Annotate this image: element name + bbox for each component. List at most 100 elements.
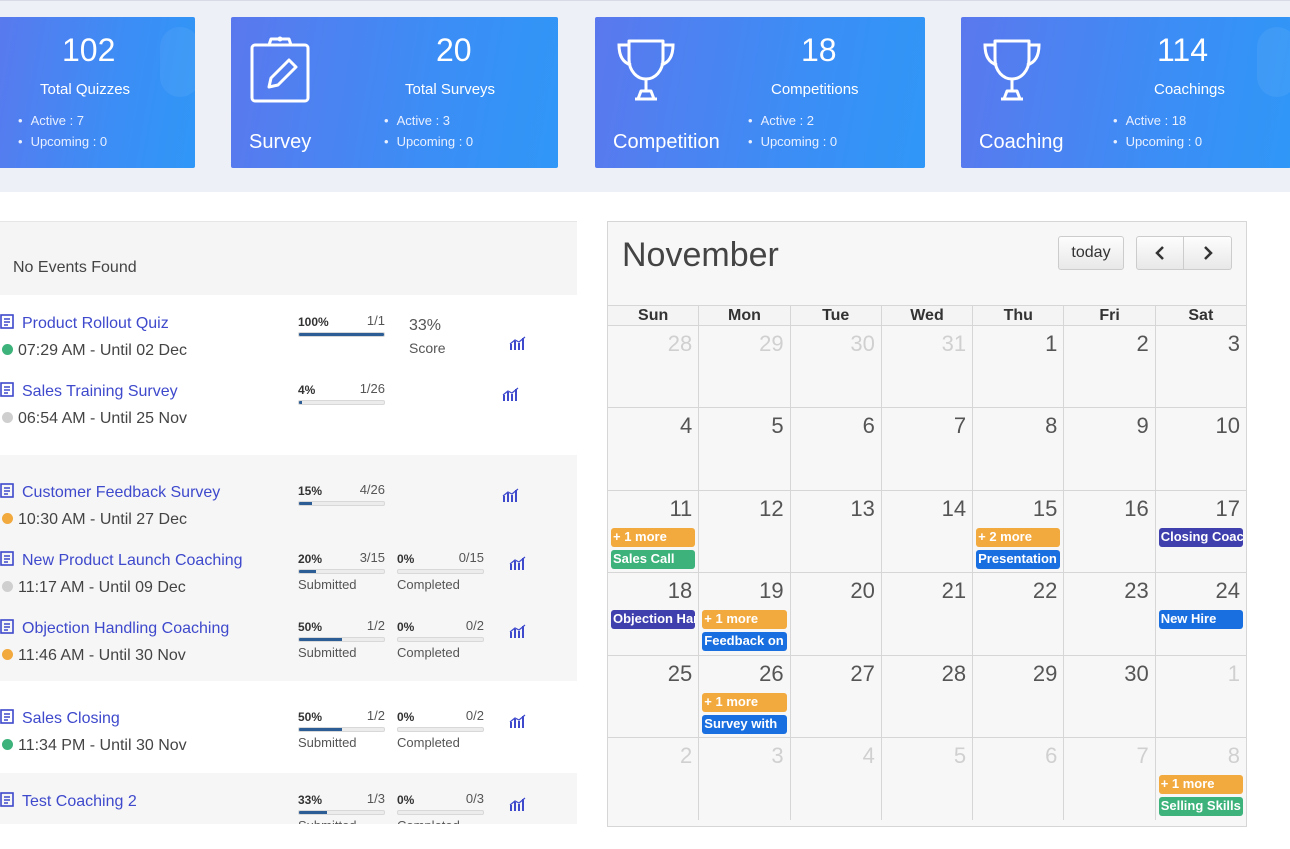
- day-number: 5: [953, 742, 967, 768]
- calendar-day[interactable]: 13: [789, 490, 881, 573]
- progress-fill: [299, 570, 316, 573]
- progress-bar: [397, 637, 484, 642]
- calendar-day[interactable]: 24 New Hire: [1154, 573, 1246, 655]
- event-title-link[interactable]: Objection Handling Coaching: [0, 619, 229, 638]
- calendar-day[interactable]: 23: [1063, 573, 1155, 655]
- analytics-icon[interactable]: [509, 713, 527, 729]
- calendar-day[interactable]: 1: [972, 326, 1064, 408]
- day-number: 6: [862, 413, 875, 439]
- calendar-day[interactable]: 9: [1063, 408, 1155, 490]
- stat-card-surveys[interactable]: Survey 20 Total Surveys Active : 3 Upcom…: [231, 17, 558, 168]
- calendar-event[interactable]: Survey with: [702, 714, 787, 734]
- calendar-day[interactable]: 5: [880, 737, 973, 821]
- stat-details: Active : 7 Upcoming : 0: [18, 110, 108, 152]
- calendar-day[interactable]: 7: [880, 408, 973, 490]
- calendar-event[interactable]: New Hire: [1158, 610, 1243, 630]
- calendar-day[interactable]: 15 + 2 more Presentation: [972, 490, 1064, 573]
- status-dot: [2, 344, 13, 355]
- calendar-day[interactable]: 1: [1154, 655, 1246, 737]
- event-title-link[interactable]: Test Coaching 2: [0, 792, 137, 811]
- day-number: 28: [941, 660, 967, 686]
- calendar-event[interactable]: Objection Handling: [611, 610, 696, 630]
- calendar-day[interactable]: 27: [789, 655, 881, 737]
- analytics-icon[interactable]: [509, 796, 527, 812]
- day-number: 4: [680, 413, 693, 439]
- day-number: 9: [1136, 413, 1149, 439]
- calendar-event[interactable]: Closing Coaching: [1158, 527, 1243, 547]
- next-month-button[interactable]: [1184, 236, 1232, 270]
- calendar-day[interactable]: 21: [880, 573, 973, 655]
- calendar-day[interactable]: 4: [608, 408, 699, 490]
- weekday-label: Mon: [698, 306, 789, 325]
- calendar-day[interactable]: 6: [789, 408, 881, 490]
- stat-active: Active : 18: [1113, 110, 1202, 131]
- calendar-event[interactable]: Selling Skills: [1158, 796, 1243, 816]
- calendar-day[interactable]: 30: [789, 326, 881, 408]
- more-events-link[interactable]: + 1 more: [702, 692, 787, 712]
- event-title-link[interactable]: Product Rollout Quiz: [0, 314, 169, 333]
- calendar-day[interactable]: 29: [972, 655, 1064, 737]
- calendar-day[interactable]: 30: [1063, 655, 1155, 737]
- day-number: 29: [759, 331, 784, 356]
- event-title: Test Coaching 2: [22, 793, 137, 810]
- analytics-icon[interactable]: [502, 386, 520, 402]
- calendar-day[interactable]: 25: [608, 655, 699, 737]
- more-events-link[interactable]: + 1 more: [1158, 774, 1243, 794]
- calendar-day[interactable]: 2: [608, 737, 699, 821]
- analytics-icon[interactable]: [509, 335, 527, 351]
- day-number: 3: [1227, 331, 1240, 356]
- calendar-event[interactable]: Sales Call: [611, 549, 696, 569]
- calendar-day[interactable]: 26 + 1 more Survey with: [698, 655, 790, 737]
- calendar-day[interactable]: 8: [972, 408, 1064, 490]
- calendar-day[interactable]: 14: [880, 490, 973, 573]
- today-button[interactable]: today: [1058, 236, 1124, 270]
- progress-fraction: 0/2: [465, 708, 484, 723]
- calendar-event[interactable]: Feedback on: [702, 632, 787, 652]
- calendar-day[interactable]: 11 + 1 more Sales Call: [608, 490, 699, 573]
- weekday-header: Sun Mon Tue Wed Thu Fri Sat: [608, 305, 1246, 326]
- event-title-link[interactable]: Sales Closing: [0, 709, 120, 728]
- calendar-day[interactable]: 3: [1154, 326, 1246, 408]
- more-events-link[interactable]: + 1 more: [702, 610, 787, 630]
- calendar-day[interactable]: 22: [972, 573, 1064, 655]
- calendar-day[interactable]: 31: [880, 326, 973, 408]
- analytics-icon[interactable]: [509, 555, 527, 571]
- calendar-day[interactable]: 10: [1154, 408, 1246, 490]
- calendar-day[interactable]: 17 Closing Coaching: [1154, 490, 1246, 573]
- event-group: Product Rollout Quiz 07:29 AM - Until 02 …: [0, 295, 577, 455]
- status-dot: [2, 412, 13, 423]
- calendar-day[interactable]: 3: [698, 737, 790, 821]
- calendar-day[interactable]: 5: [698, 408, 790, 490]
- prev-month-button[interactable]: [1136, 236, 1184, 270]
- calendar-day[interactable]: 19 + 1 more Feedback on: [698, 573, 790, 655]
- calendar-day[interactable]: 12: [698, 490, 790, 573]
- calendar-day[interactable]: 16: [1063, 490, 1155, 573]
- calendar-day[interactable]: 29: [698, 326, 790, 408]
- calendar-day[interactable]: 18 Objection Handling: [608, 573, 699, 655]
- calendar-day[interactable]: 28: [608, 326, 699, 408]
- analytics-icon[interactable]: [502, 487, 520, 503]
- event-title-link[interactable]: Sales Training Survey: [0, 382, 178, 401]
- more-events-link[interactable]: + 2 more: [976, 527, 1061, 547]
- progress-percent: 50%: [298, 620, 323, 634]
- event-time-text: 11:34 PM - Until 30 Nov: [18, 737, 187, 754]
- stat-card-coachings[interactable]: Coaching 114 Coachings Active : 18 Upcom…: [961, 17, 1290, 168]
- calendar-day[interactable]: 6: [972, 737, 1064, 821]
- day-number: 18: [667, 578, 693, 604]
- more-events-link[interactable]: + 1 more: [611, 527, 696, 547]
- calendar-day[interactable]: 7: [1063, 737, 1155, 821]
- calendar-event[interactable]: Presentation: [976, 549, 1061, 569]
- calendar-day[interactable]: 28: [880, 655, 973, 737]
- event-time: 06:54 AM - Until 25 Nov: [2, 410, 187, 428]
- event-title-link[interactable]: Customer Feedback Survey: [0, 483, 220, 502]
- stat-card-quizzes[interactable]: 102 Total Quizzes Active : 7 Upcoming : …: [0, 17, 195, 168]
- event-group: Customer Feedback Survey 10:30 AM - Until…: [0, 455, 577, 681]
- calendar-day[interactable]: 8 + 1 more Selling Skills: [1154, 737, 1246, 821]
- calendar-day[interactable]: 2: [1063, 326, 1155, 408]
- calendar-day[interactable]: 4: [789, 737, 881, 821]
- day-number: 1: [1045, 331, 1058, 356]
- analytics-icon[interactable]: [509, 623, 527, 639]
- calendar-day[interactable]: 20: [789, 573, 881, 655]
- event-title-link[interactable]: New Product Launch Coaching: [0, 551, 243, 570]
- stat-card-competitions[interactable]: Competition 18 Competitions Active : 2 U…: [595, 17, 925, 168]
